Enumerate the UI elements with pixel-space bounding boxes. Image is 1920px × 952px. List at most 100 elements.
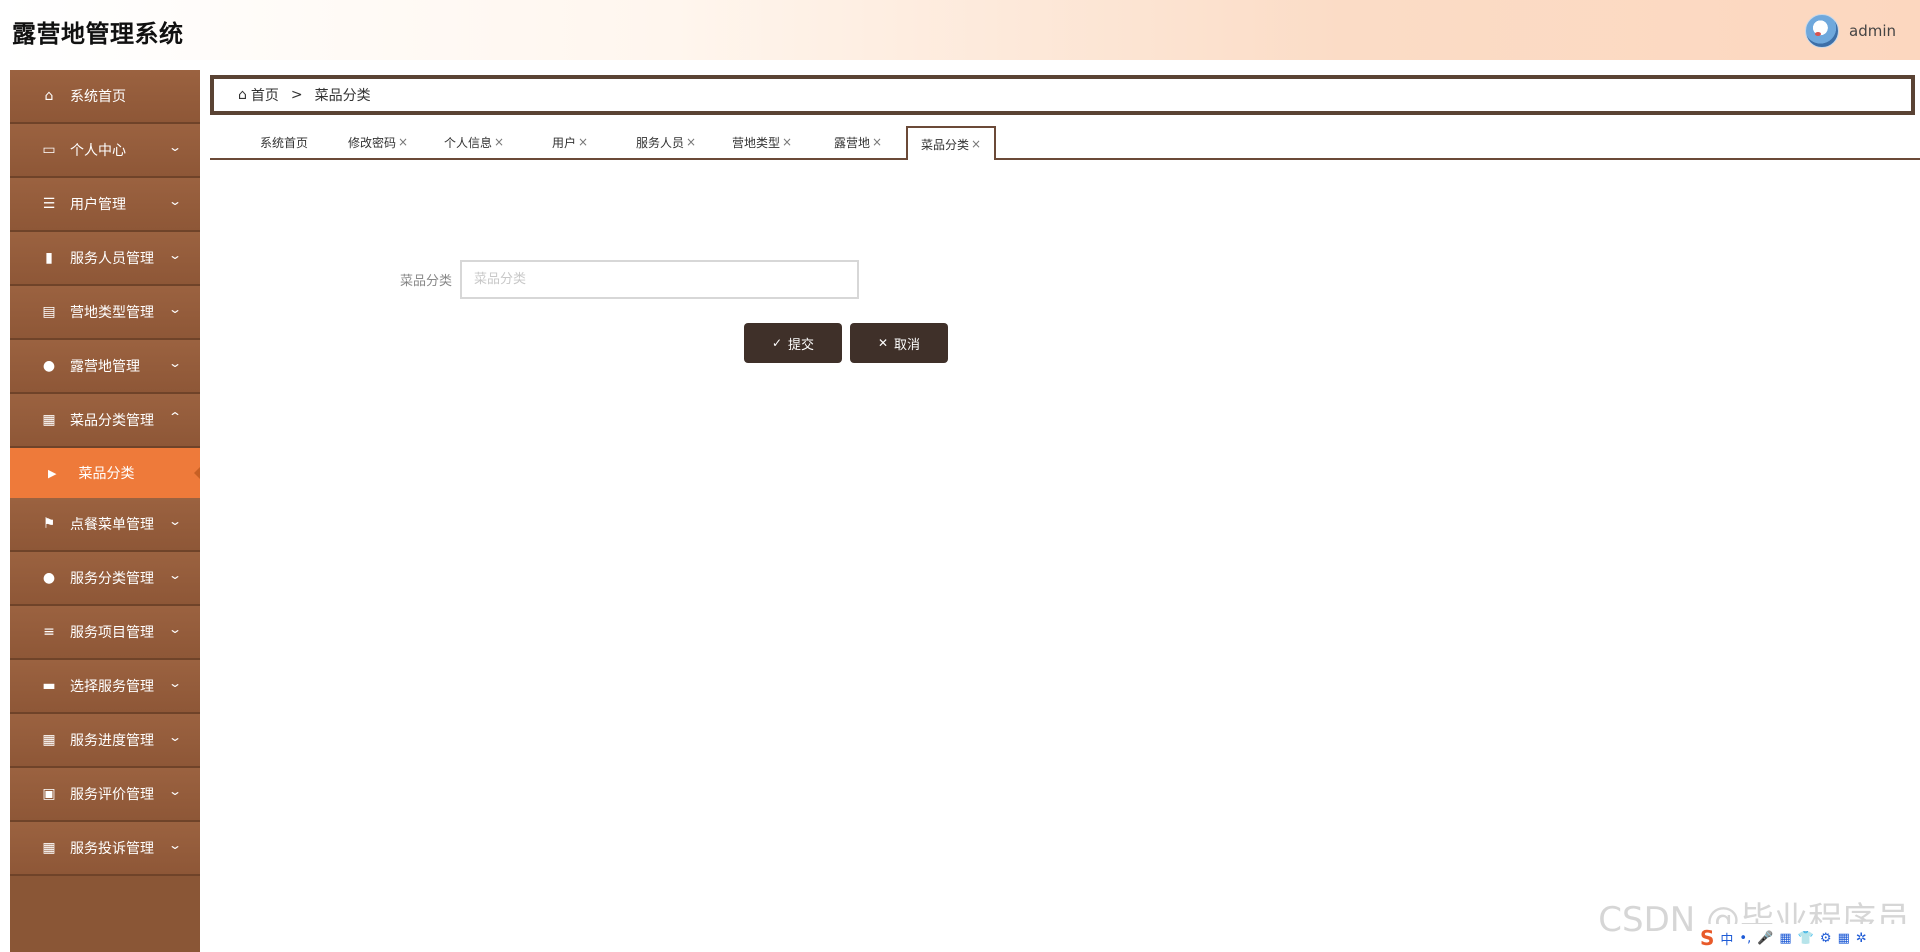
tab-staff[interactable]: 服务人员 ×: [628, 126, 704, 158]
list-icon: ≡: [43, 624, 55, 640]
trend-chart-icon: ▤: [42, 304, 56, 320]
person-icon: ●: [42, 358, 56, 374]
close-icon[interactable]: ×: [971, 137, 981, 151]
caret-right-icon: ▶: [48, 466, 57, 480]
sidebar-item-label: 个人中心: [70, 143, 126, 159]
tab-personal-info[interactable]: 个人信息 ×: [436, 126, 512, 158]
bulb-icon: ●: [42, 570, 56, 586]
tab-label: 露营地: [833, 135, 870, 150]
sidebar-item-label: 营地类型管理: [70, 305, 154, 321]
keyboard-icon[interactable]: ▦: [1779, 931, 1791, 946]
chevron-up-icon: ⌃: [167, 410, 183, 424]
tab-label: 个人信息: [443, 135, 492, 150]
breadcrumb-home[interactable]: 首页: [251, 85, 279, 105]
grid-icon[interactable]: ▦: [1838, 931, 1850, 946]
sidebar-item-service-complaint-management[interactable]: ▦ 服务投诉管理 ⌄: [10, 822, 200, 876]
sidebar-item-label: 服务进度管理: [70, 733, 154, 749]
sliders-icon: ☰: [42, 196, 56, 212]
close-icon: ✕: [877, 336, 889, 350]
card-icon: ▭: [42, 142, 56, 158]
close-icon[interactable]: ×: [872, 135, 882, 149]
skin-icon[interactable]: 👕: [1798, 931, 1814, 946]
sidebar-item-home[interactable]: ⌂ 系统首页: [10, 70, 200, 124]
ime-toolbar[interactable]: S 中 •, 🎤 ▦ 👕 ⚙ ▦ ✲: [1694, 924, 1920, 952]
chevron-down-icon: ⌄: [167, 838, 183, 852]
sidebar-item-select-service-management[interactable]: ▬ 选择服务管理 ⌄: [10, 660, 200, 714]
tab-bar: 系统首页 修改密码 × 个人信息 × 用户 × 服务人员 × 营地类型 × 露营…: [210, 126, 1920, 160]
sidebar-item-label: 点餐菜单管理: [70, 517, 154, 533]
sidebar-item-service-item-management[interactable]: ≡ 服务项目管理 ⌄: [10, 606, 200, 660]
sidebar-item-label: 服务投诉管理: [70, 841, 154, 857]
sidebar-subitem-dish-category[interactable]: ▶ 菜品分类: [10, 448, 200, 498]
home-icon[interactable]: ⌂: [238, 87, 247, 103]
chevron-down-icon: ⌄: [167, 194, 183, 208]
home-icon: ⌂: [44, 88, 54, 104]
chevron-down-icon: ⌄: [167, 568, 183, 582]
sidebar-item-label: 服务评价管理: [70, 787, 154, 803]
tab-camp-type[interactable]: 营地类型 ×: [724, 126, 800, 158]
chevron-down-icon: ⌄: [167, 622, 183, 636]
submit-button[interactable]: ✓ 提交: [744, 323, 842, 363]
grid-icon: ▦: [42, 412, 56, 428]
user-menu[interactable]: admin: [1805, 14, 1896, 48]
chevron-down-icon: ⌄: [167, 302, 183, 316]
tab-campsite[interactable]: 露营地 ×: [820, 126, 896, 158]
message-icon: ▬: [42, 678, 56, 694]
sidebar-item-label: 服务分类管理: [70, 571, 154, 587]
chevron-down-icon: ⌄: [167, 676, 183, 690]
sidebar-item-staff-management[interactable]: ▮ 服务人员管理 ⌄: [10, 232, 200, 286]
close-icon[interactable]: ×: [686, 135, 696, 149]
sidebar-item-campsite-management[interactable]: ● 露营地管理 ⌄: [10, 340, 200, 394]
close-icon[interactable]: ×: [578, 135, 588, 149]
tab-label: 服务人员: [635, 135, 684, 150]
sidebar-item-label: 用户管理: [70, 197, 126, 213]
username[interactable]: admin: [1849, 22, 1896, 40]
sidebar-item-order-menu-management[interactable]: ⚑ 点餐菜单管理 ⌄: [10, 498, 200, 552]
sidebar-item-personal-center[interactable]: ▭ 个人中心 ⌄: [10, 124, 200, 178]
app-title: 露营地管理系统: [12, 20, 184, 48]
ime-punctuation[interactable]: •,: [1739, 931, 1751, 946]
sidebar-item-camp-type-management[interactable]: ▤ 营地类型管理 ⌄: [10, 286, 200, 340]
tab-label: 修改密码: [347, 135, 396, 150]
ime-chinese-mode[interactable]: 中: [1720, 929, 1733, 948]
sidebar-subitem-label: 菜品分类: [78, 466, 135, 482]
sidebar-item-label: 露营地管理: [70, 359, 140, 375]
sidebar-item-service-category-management[interactable]: ● 服务分类管理 ⌄: [10, 552, 200, 606]
settings-icon[interactable]: ⚙: [1820, 931, 1832, 946]
tab-home[interactable]: 系统首页: [246, 126, 322, 158]
breadcrumb: ⌂ 首页 > 菜品分类: [210, 75, 1915, 115]
tab-dish-category[interactable]: 菜品分类 ×: [906, 126, 996, 160]
tab-label: 用户: [551, 135, 576, 150]
sidebar-item-dish-category-management[interactable]: ▦ 菜品分类管理 ⌃: [10, 394, 200, 448]
avatar[interactable]: [1805, 14, 1839, 48]
grid-icon: ▦: [42, 840, 56, 856]
bar-chart-icon: ▮: [45, 250, 53, 266]
tab-label: 菜品分类: [920, 137, 969, 152]
close-icon[interactable]: ×: [494, 135, 504, 149]
cancel-button[interactable]: ✕ 取消: [850, 323, 948, 363]
check-icon: ✓: [771, 336, 783, 350]
submit-button-label: 提交: [788, 337, 815, 353]
tab-label: 系统首页: [259, 135, 308, 150]
flag-icon: ⚑: [42, 516, 56, 532]
clipboard-icon: ▣: [42, 786, 56, 802]
top-header: 露营地管理系统 admin: [0, 0, 1920, 60]
sidebar-item-service-progress-management[interactable]: ▦ 服务进度管理 ⌄: [10, 714, 200, 768]
tab-label: 营地类型: [731, 135, 780, 150]
tab-users[interactable]: 用户 ×: [532, 126, 608, 158]
sidebar-item-label: 服务人员管理: [70, 251, 154, 267]
dish-category-input[interactable]: [460, 260, 859, 299]
close-icon[interactable]: ×: [398, 135, 408, 149]
sidebar-item-service-review-management[interactable]: ▣ 服务评价管理 ⌄: [10, 768, 200, 822]
tools-icon[interactable]: ✲: [1856, 931, 1867, 946]
microphone-icon[interactable]: 🎤: [1757, 931, 1773, 946]
cancel-button-label: 取消: [894, 337, 921, 353]
sidebar-item-user-management[interactable]: ☰ 用户管理 ⌄: [10, 178, 200, 232]
chevron-down-icon: ⌄: [167, 356, 183, 370]
chevron-down-icon: ⌄: [167, 784, 183, 798]
active-indicator: [194, 467, 200, 479]
tab-change-password[interactable]: 修改密码 ×: [340, 126, 416, 158]
close-icon[interactable]: ×: [782, 135, 792, 149]
sidebar-item-label: 选择服务管理: [70, 679, 154, 695]
ime-logo[interactable]: S: [1700, 926, 1714, 950]
